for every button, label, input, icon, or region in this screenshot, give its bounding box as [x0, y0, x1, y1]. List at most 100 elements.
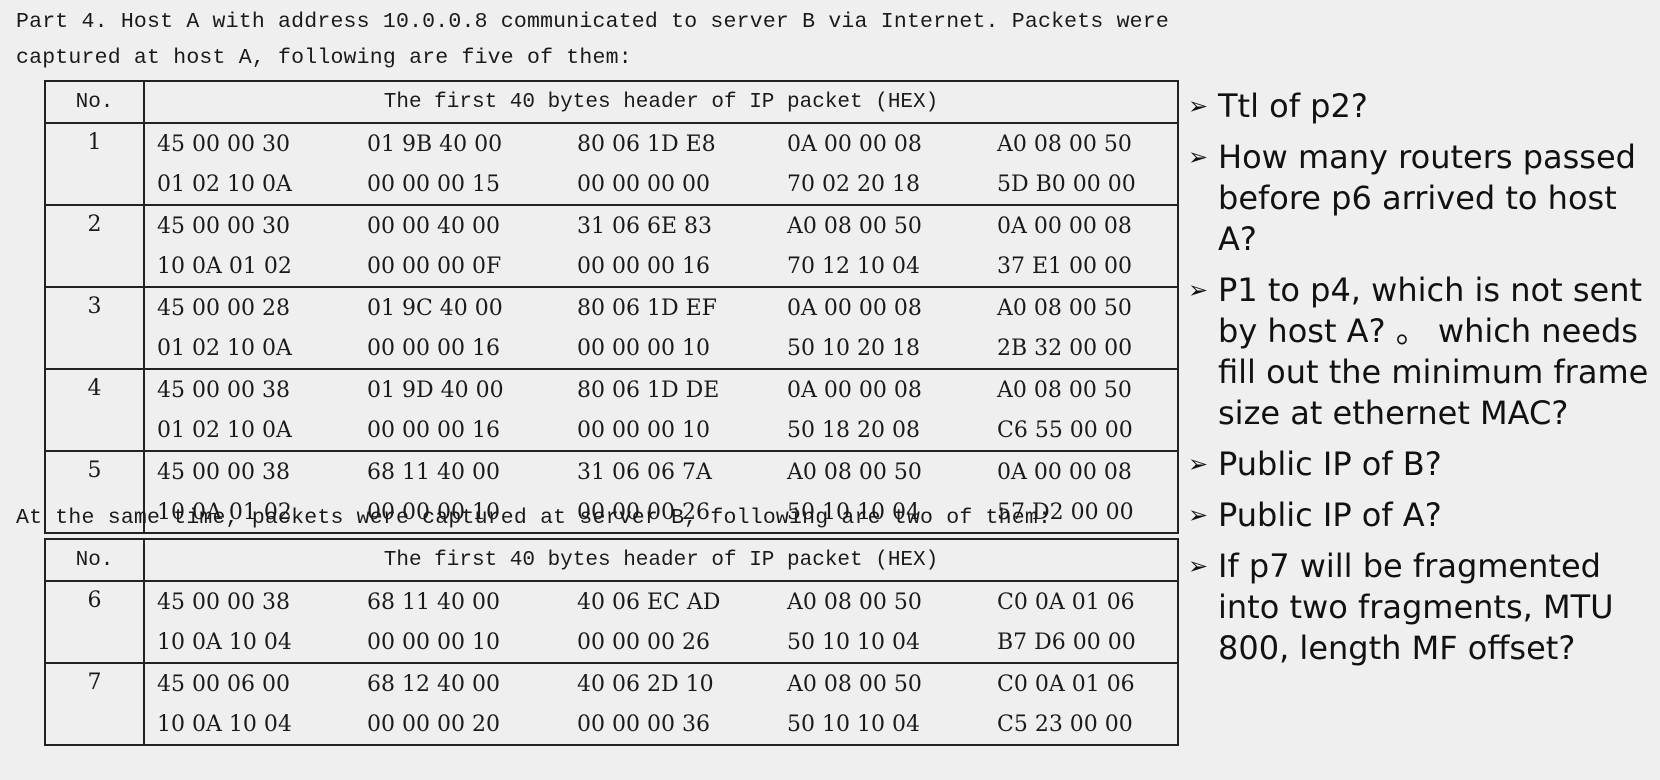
arrow-bullet-icon: ➢ — [1188, 450, 1209, 478]
hex-word: 50 10 10 04 — [787, 629, 920, 655]
hex-word: 00 00 40 00 — [367, 213, 500, 239]
question-item: ➢ P1 to p4, which is not sent by host A? … — [1188, 270, 1660, 434]
hex-word: 37 E1 00 00 — [997, 253, 1133, 279]
arrow-bullet-icon: ➢ — [1188, 276, 1209, 304]
hex-line: 45 00 00 38 68 11 40 00 31 06 06 7A A0 08 0… — [157, 452, 1177, 492]
hex-word: 45 00 00 38 — [157, 377, 290, 403]
hex-word: 50 10 20 18 — [787, 335, 920, 361]
packet-hex-bytes: 45 00 00 28 01 9C 40 00 80 06 1D EF 0A 00 0… — [144, 287, 1178, 369]
packet-hex-bytes: 45 00 00 30 00 00 40 00 31 06 6E 83 A0 08 0… — [144, 205, 1178, 287]
hex-word: 00 00 00 26 — [577, 629, 710, 655]
hex-word: 00 00 00 10 — [577, 335, 710, 361]
server-b-packet-table: No. The first 40 bytes header of IP pack… — [44, 538, 1179, 746]
question-text: P1 to p4, which is not sent by host A? 。… — [1218, 271, 1659, 432]
packet-hex-bytes: 45 00 06 00 68 12 40 00 40 06 2D 10 A0 08 0… — [144, 663, 1178, 745]
packet-number: 4 — [45, 369, 145, 451]
hex-line: 45 00 06 00 68 12 40 00 40 06 2D 10 A0 08 0… — [157, 664, 1177, 704]
question-text: Public IP of A? — [1218, 496, 1442, 534]
hex-word: 45 00 00 28 — [157, 295, 290, 321]
packet-number: 6 — [45, 581, 145, 663]
hex-word: 31 06 06 7A — [577, 459, 712, 485]
hex-word: 2B 32 00 00 — [997, 335, 1133, 361]
hex-word: 00 00 00 16 — [367, 335, 500, 361]
question-text: If p7 will be fragmented into two fragme… — [1218, 547, 1624, 667]
hex-word: 01 02 10 0A — [157, 417, 292, 443]
hex-word: 45 00 00 30 — [157, 131, 290, 157]
hex-word: 40 06 EC AD — [577, 589, 721, 615]
question-item: ➢ Ttl of p2? — [1188, 86, 1660, 127]
packet-hex-bytes: 45 00 00 30 01 9B 40 00 80 06 1D E8 0A 00 0… — [144, 123, 1178, 205]
packet-hex-bytes: 45 00 00 38 68 11 40 00 40 06 EC AD A0 08 0… — [144, 581, 1178, 663]
packet-hex-bytes: 45 00 00 38 01 9D 40 00 80 06 1D DE 0A 00 0… — [144, 369, 1178, 451]
packet-row: 4 45 00 00 38 01 9D 40 00 80 06 1D DE 0A 00 … — [45, 369, 1178, 451]
hex-word: 0A 00 00 08 — [787, 131, 922, 157]
hex-word: A0 08 00 50 — [997, 295, 1132, 321]
question-text: Public IP of B? — [1218, 445, 1442, 483]
hex-word: 00 00 00 00 — [577, 171, 710, 197]
question-item: ➢ How many routers passed before p6 arriv… — [1188, 137, 1660, 260]
intro-line-2: captured at host A, following are five o… — [16, 46, 632, 70]
question-item: ➢ Public IP of B? — [1188, 444, 1660, 485]
hex-word: 0A 00 00 08 — [787, 295, 922, 321]
hex-line: 45 00 00 38 68 11 40 00 40 06 EC AD A0 08 0… — [157, 582, 1177, 622]
packet-number: 1 — [45, 123, 145, 205]
hex-word: 00 00 00 0F — [367, 253, 502, 279]
hex-line: 45 00 00 30 00 00 40 00 31 06 6E 83 A0 08 0… — [157, 206, 1177, 246]
arrow-bullet-icon: ➢ — [1188, 501, 1209, 529]
hex-word: 45 00 06 00 — [157, 671, 290, 697]
question-text: Ttl of p2? — [1218, 87, 1368, 125]
hex-word: 70 02 20 18 — [787, 171, 920, 197]
question-item: ➢ Public IP of A? — [1188, 495, 1660, 536]
column-no-header: No. — [45, 539, 145, 582]
packet-row: 7 45 00 06 00 68 12 40 00 40 06 2D 10 A0 08 … — [45, 663, 1178, 745]
question-text: How many routers passed before p6 arrive… — [1218, 138, 1647, 258]
hex-word: 45 00 00 30 — [157, 213, 290, 239]
hex-line: 10 0A 01 02 00 00 00 0F 00 00 00 16 70 12 1… — [157, 246, 1177, 286]
hex-word: 68 11 40 00 — [367, 589, 500, 615]
hex-word: A0 08 00 50 — [787, 213, 922, 239]
hex-word: 70 12 10 04 — [787, 253, 920, 279]
hex-line: 45 00 00 38 01 9D 40 00 80 06 1D DE 0A 00 0… — [157, 370, 1177, 410]
hex-word: A0 08 00 50 — [787, 589, 922, 615]
hex-word: A0 08 00 50 — [787, 459, 922, 485]
column-no-header: No. — [45, 81, 145, 124]
hex-word: C6 55 00 00 — [997, 417, 1133, 443]
hex-word: A0 08 00 50 — [997, 131, 1132, 157]
hex-word: A0 08 00 50 — [787, 671, 922, 697]
arrow-bullet-icon: ➢ — [1188, 552, 1209, 580]
hex-word: 50 18 20 08 — [787, 417, 920, 443]
hex-line: 10 0A 10 04 00 00 00 10 00 00 00 26 50 10 1… — [157, 622, 1177, 662]
hex-word: 00 00 00 16 — [367, 417, 500, 443]
hex-word: 00 00 00 36 — [577, 711, 710, 737]
hex-word: 01 9B 40 00 — [367, 131, 503, 157]
server-b-intro: At the same time, packets were captured … — [16, 506, 1052, 530]
hex-word: 50 10 10 04 — [787, 711, 920, 737]
arrow-bullet-icon: ➢ — [1188, 92, 1209, 120]
hex-word: 80 06 1D EF — [577, 295, 717, 321]
hex-word: 00 00 00 15 — [367, 171, 500, 197]
hex-word: 01 9D 40 00 — [367, 377, 504, 403]
hex-word: 0A 00 00 08 — [997, 459, 1132, 485]
packet-row: 1 45 00 00 30 01 9B 40 00 80 06 1D E8 0A 00 … — [45, 123, 1178, 205]
hex-word: 00 00 00 20 — [367, 711, 500, 737]
hex-word: C0 0A 01 06 — [997, 671, 1135, 697]
hex-word: 68 11 40 00 — [367, 459, 500, 485]
hex-line: 45 00 00 30 01 9B 40 00 80 06 1D E8 0A 00 0… — [157, 124, 1177, 164]
hex-line: 01 02 10 0A 00 00 00 15 00 00 00 00 70 02 2… — [157, 164, 1177, 204]
hex-word: C5 23 00 00 — [997, 711, 1133, 737]
hex-line: 45 00 00 28 01 9C 40 00 80 06 1D EF 0A 00 0… — [157, 288, 1177, 328]
hex-word: B7 D6 00 00 — [997, 629, 1136, 655]
question-list: ➢ Ttl of p2? ➢ How many routers passed bef… — [1188, 86, 1660, 669]
packet-row: 2 45 00 00 30 00 00 40 00 31 06 6E 83 A0 08 … — [45, 205, 1178, 287]
hex-word: 10 0A 10 04 — [157, 711, 292, 737]
hex-word: 40 06 2D 10 — [577, 671, 714, 697]
hex-word: A0 08 00 50 — [997, 377, 1132, 403]
hex-word: 00 00 00 16 — [577, 253, 710, 279]
hex-word: 01 9C 40 00 — [367, 295, 503, 321]
intro-line-1: Part 4. Host A with address 10.0.0.8 com… — [16, 10, 1169, 34]
hex-word: 31 06 6E 83 — [577, 213, 713, 239]
hex-word: 80 06 1D DE — [577, 377, 720, 403]
hex-word: 45 00 00 38 — [157, 459, 290, 485]
hex-word: 68 12 40 00 — [367, 671, 500, 697]
hex-word: 5D B0 00 00 — [997, 171, 1136, 197]
